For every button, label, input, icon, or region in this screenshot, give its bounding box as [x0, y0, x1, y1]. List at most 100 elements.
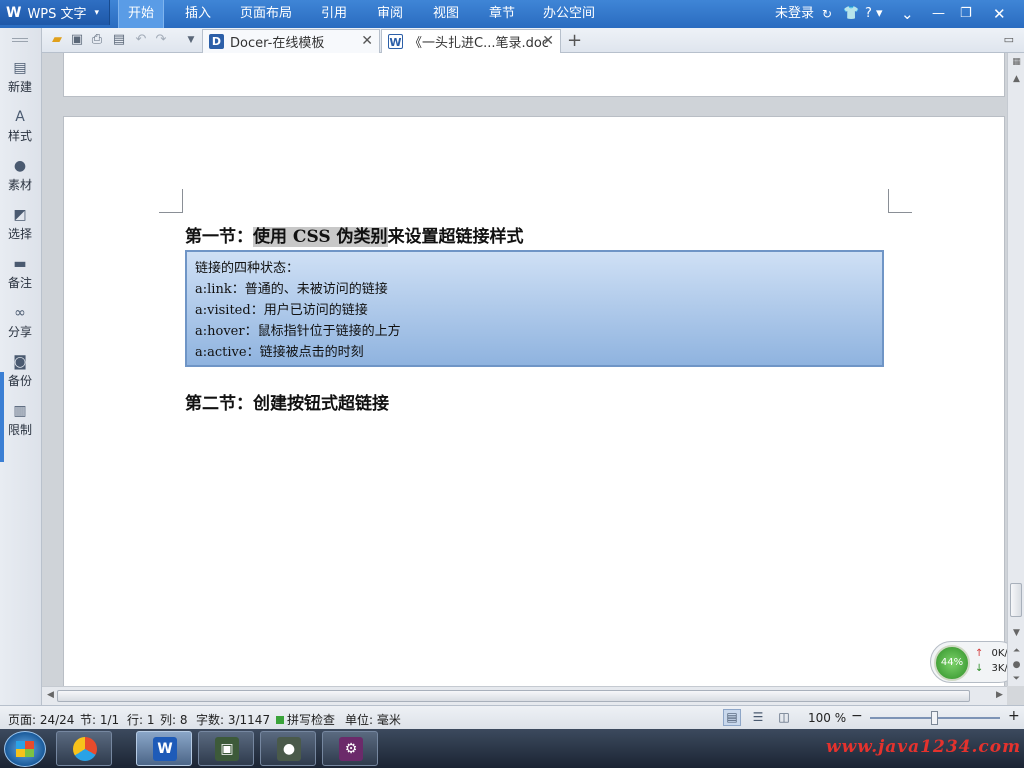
zoom-level[interactable]: 100 %	[808, 711, 846, 725]
link-states-text-box[interactable]: 链接的四种状态： a:link：普通的、未被访问的链接 a:visited：用户…	[185, 250, 884, 367]
sidebar-item-material[interactable]: ● 素材	[0, 154, 40, 200]
ribbon-collapse-icon[interactable]: ⌄	[901, 0, 914, 28]
menu-references[interactable]: 引用	[312, 0, 356, 28]
undo-icon[interactable]: ↶	[134, 33, 148, 47]
menu-chapter[interactable]: 章节	[480, 0, 524, 28]
previous-page[interactable]	[63, 53, 1005, 97]
status-word-count[interactable]: 字数: 3/1147	[196, 711, 270, 728]
style-icon: A	[15, 109, 25, 125]
taskbar-app-4[interactable]: ●	[260, 731, 316, 766]
status-unit[interactable]: 单位: 毫米	[345, 711, 401, 728]
taskbar-app-1[interactable]	[56, 731, 112, 766]
start-button[interactable]	[4, 731, 46, 767]
scroll-right-icon[interactable]: ▶	[996, 690, 1003, 700]
wps-writer-icon: W	[153, 737, 177, 761]
menu-view[interactable]: 视图	[424, 0, 468, 28]
print-preview-icon[interactable]: ▤	[112, 33, 126, 47]
download-speed: ↓3K/s	[975, 663, 1007, 674]
menu-review[interactable]: 审阅	[368, 0, 412, 28]
skin-icon[interactable]: 👕	[843, 0, 859, 28]
section-2-heading[interactable]: 第二节：创建按钮式超链接	[185, 389, 389, 414]
print-icon[interactable]: ⎙	[90, 33, 104, 47]
page-setup-icon[interactable]: ▦	[1010, 56, 1023, 69]
close-tab-icon[interactable]: ✕	[361, 33, 373, 49]
tab-docer-templates[interactable]: D Docer-在线模板 ✕	[202, 29, 380, 53]
current-page[interactable]: 第一节：使用 CSS 伪类别来设置超链接样式 I 链接的四种状态： a:link…	[63, 116, 1005, 686]
arrow-up-icon: ↑	[975, 648, 984, 659]
taskbar-eclipse[interactable]: ⚙	[322, 731, 378, 766]
site-watermark: www.java1234.com	[826, 737, 1022, 757]
sidebar-item-label: 分享	[7, 325, 32, 339]
sidebar-grip[interactable]	[12, 38, 28, 42]
vertical-scroll-thumb[interactable]	[1010, 583, 1022, 617]
spell-check-toggle[interactable]: 拼写检查	[276, 711, 335, 728]
page-view-icon[interactable]: ▤	[723, 709, 741, 726]
outline-view-icon[interactable]: ☰	[749, 709, 767, 726]
close-tab-icon[interactable]: ✕	[542, 33, 554, 49]
zoom-in-button[interactable]: +	[1008, 708, 1020, 724]
close-icon[interactable]: ✕	[993, 0, 1006, 28]
horizontal-scrollbar[interactable]: ◀ ▶	[42, 686, 1007, 705]
select-browse-object-icon[interactable]: ●	[1010, 659, 1023, 672]
margin-corner-top-right	[888, 189, 912, 213]
sidebar-item-restrict[interactable]: ▥ 限制	[0, 399, 40, 445]
heading-prefix: 第一节：	[185, 227, 253, 247]
selected-text[interactable]: 使用 CSS 伪类别	[253, 227, 388, 247]
refresh-icon[interactable]: ↻	[822, 0, 832, 28]
sidebar-accent-bar	[0, 372, 4, 462]
terminal-icon: ▣	[215, 737, 239, 761]
tab-current-document[interactable]: W 《一头扎进C...笔录.doc ✕	[381, 29, 561, 53]
zoom-slider-thumb[interactable]	[931, 711, 938, 725]
redo-icon[interactable]: ↷	[154, 33, 168, 47]
sidebar-item-label: 新建	[7, 80, 32, 94]
scroll-left-icon[interactable]: ◀	[47, 690, 54, 700]
menu-office-space[interactable]: 办公空间	[538, 0, 600, 28]
title-menu-bar: W WPS 文字 ▾ 开始 插入 页面布局 引用 审阅 视图 章节 办公空间 未…	[0, 0, 1024, 28]
heading-rest: 来设置超链接样式	[387, 227, 524, 247]
network-monitor-widget[interactable]: 44% ↑0K/s ↓3K/s	[930, 641, 1007, 683]
open-folder-icon[interactable]: ▰	[50, 33, 64, 47]
scroll-down-icon[interactable]: ▼	[1010, 627, 1023, 640]
status-page[interactable]: 页面: 24/24	[8, 711, 74, 728]
app-icon	[73, 737, 97, 761]
horizontal-scroll-thumb[interactable]	[57, 690, 970, 702]
minimize-icon[interactable]: —	[932, 0, 945, 28]
sidebar-item-select[interactable]: ◩ 选择	[0, 203, 40, 249]
new-tab-icon[interactable]: +	[567, 30, 582, 51]
restrict-icon: ▥	[13, 403, 27, 419]
quick-access-dropdown-icon[interactable]: ▼	[184, 33, 198, 47]
document-canvas[interactable]: 第一节：使用 CSS 伪类别来设置超链接样式 I 链接的四种状态： a:link…	[42, 53, 1007, 686]
tab-list-icon[interactable]: ▭	[1004, 33, 1014, 46]
share-icon: ∞	[14, 305, 26, 321]
restore-icon[interactable]: ❐	[960, 0, 972, 28]
menu-home[interactable]: 开始	[118, 0, 164, 28]
login-link[interactable]: 未登录	[775, 0, 814, 28]
section-1-heading[interactable]: 第一节：使用 CSS 伪类别来设置超链接样式	[185, 222, 524, 247]
previous-page-icon[interactable]: ⏶	[1010, 645, 1023, 658]
sidebar-item-style[interactable]: A 样式	[0, 105, 40, 151]
sidebar-item-note[interactable]: ▬ 备注	[0, 252, 40, 298]
box-line: 链接的四种状态：	[195, 261, 300, 276]
scroll-up-icon[interactable]: ▲	[1010, 73, 1023, 86]
menu-page-layout[interactable]: 页面布局	[236, 0, 296, 28]
sidebar-item-share[interactable]: ∞ 分享	[0, 301, 40, 347]
taskbar-app-3[interactable]: ▣	[198, 731, 254, 766]
web-view-icon[interactable]: ◫	[775, 709, 793, 726]
sidebar-item-new[interactable]: ▤ 新建	[0, 56, 40, 102]
windows-taskbar: W ▣ ● ⚙ www.java1234.com	[0, 729, 1024, 768]
arrow-down-icon: ↓	[975, 663, 984, 674]
app-menu-button[interactable]: W WPS 文字 ▾	[0, 0, 110, 25]
chevron-down-icon: ▾	[94, 7, 100, 18]
sidebar-item-backup[interactable]: ◙ 备份	[0, 350, 40, 396]
taskbar-wps-writer[interactable]: W	[136, 731, 192, 766]
eclipse-ide-icon: ⚙	[339, 737, 363, 761]
left-sidebar: ▤ 新建 A 样式 ● 素材 ◩ 选择 ▬ 备注 ∞ 分享 ◙ 备份 ▥ 限制	[0, 28, 42, 705]
help-button[interactable]: ? ▾	[865, 0, 883, 28]
wps-logo-icon: W	[6, 4, 22, 21]
note-icon: ▬	[13, 256, 27, 272]
save-icon[interactable]: ▣	[70, 33, 84, 47]
zoom-out-button[interactable]: −	[851, 708, 863, 724]
menu-insert[interactable]: 插入	[176, 0, 220, 28]
vertical-scrollbar[interactable]: ▦ ▲ ▼ ⏶ ● ⏷	[1007, 53, 1024, 686]
next-page-icon[interactable]: ⏷	[1010, 673, 1023, 686]
